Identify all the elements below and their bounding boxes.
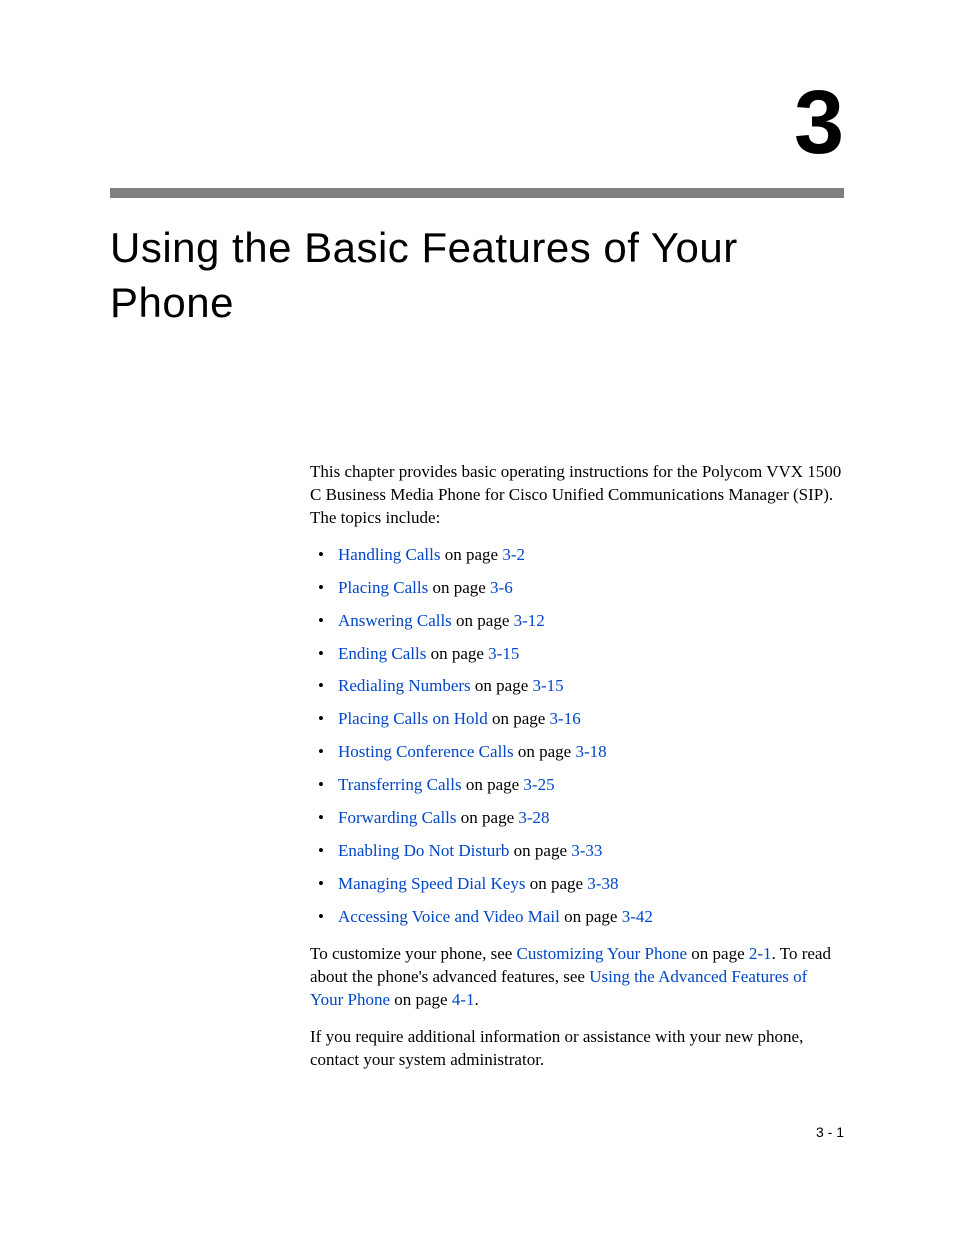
- text: on page: [390, 990, 452, 1009]
- list-item: Placing Calls on page 3-6: [310, 577, 844, 600]
- closing-paragraph-2: If you require additional information or…: [310, 1026, 844, 1072]
- topic-link[interactable]: Redialing Numbers: [338, 676, 471, 695]
- topic-mid: on page: [462, 775, 524, 794]
- topic-link[interactable]: Managing Speed Dial Keys: [338, 874, 525, 893]
- horizontal-rule: [110, 188, 844, 198]
- topic-link[interactable]: Forwarding Calls: [338, 808, 457, 827]
- list-item: Forwarding Calls on page 3-28: [310, 807, 844, 830]
- intro-paragraph: This chapter provides basic operating in…: [310, 461, 844, 530]
- topic-link[interactable]: Answering Calls: [338, 611, 452, 630]
- topic-mid: on page: [488, 709, 550, 728]
- page-ref-link[interactable]: 3-28: [518, 808, 549, 827]
- page-ref-link[interactable]: 4-1: [452, 990, 475, 1009]
- text: on page: [687, 944, 749, 963]
- topic-link[interactable]: Ending Calls: [338, 644, 426, 663]
- topic-mid: on page: [471, 676, 533, 695]
- page-ref-link[interactable]: 3-18: [575, 742, 606, 761]
- list-item: Transferring Calls on page 3-25: [310, 774, 844, 797]
- list-item: Ending Calls on page 3-15: [310, 643, 844, 666]
- page-ref-link[interactable]: 3-2: [502, 545, 525, 564]
- page-ref-link[interactable]: 3-25: [523, 775, 554, 794]
- list-item: Handling Calls on page 3-2: [310, 544, 844, 567]
- topic-mid: on page: [525, 874, 587, 893]
- list-item: Answering Calls on page 3-12: [310, 610, 844, 633]
- list-item: Managing Speed Dial Keys on page 3-38: [310, 873, 844, 896]
- page-ref-link[interactable]: 3-33: [571, 841, 602, 860]
- text: .: [475, 990, 479, 1009]
- page-ref-link[interactable]: 3-6: [490, 578, 513, 597]
- chapter-title: Using the Basic Features of Your Phone: [110, 220, 844, 331]
- topic-mid: on page: [509, 841, 571, 860]
- topic-link[interactable]: Enabling Do Not Disturb: [338, 841, 509, 860]
- list-item: Enabling Do Not Disturb on page 3-33: [310, 840, 844, 863]
- topic-mid: on page: [440, 545, 502, 564]
- closing-paragraph-1: To customize your phone, see Customizing…: [310, 943, 844, 1012]
- list-item: Redialing Numbers on page 3-15: [310, 675, 844, 698]
- page-ref-link[interactable]: 3-38: [587, 874, 618, 893]
- page-ref-link[interactable]: 2-1: [749, 944, 772, 963]
- page-ref-link[interactable]: 3-12: [514, 611, 545, 630]
- topic-mid: on page: [452, 611, 514, 630]
- page: 3 Using the Basic Features of Your Phone…: [0, 0, 954, 1235]
- topic-mid: on page: [560, 907, 622, 926]
- customize-link[interactable]: Customizing Your Phone: [517, 944, 688, 963]
- topic-link[interactable]: Accessing Voice and Video Mail: [338, 907, 560, 926]
- page-ref-link[interactable]: 3-42: [622, 907, 653, 926]
- list-item: Placing Calls on Hold on page 3-16: [310, 708, 844, 731]
- body-column: This chapter provides basic operating in…: [310, 461, 844, 1072]
- topic-mid: on page: [426, 644, 488, 663]
- chapter-number: 3: [794, 78, 844, 168]
- text: To customize your phone, see: [310, 944, 517, 963]
- topic-mid: on page: [457, 808, 519, 827]
- topic-mid: on page: [428, 578, 490, 597]
- topic-link[interactable]: Handling Calls: [338, 545, 440, 564]
- topic-link[interactable]: Placing Calls on Hold: [338, 709, 488, 728]
- topic-link[interactable]: Placing Calls: [338, 578, 428, 597]
- page-number: 3 - 1: [816, 1124, 844, 1140]
- list-item: Accessing Voice and Video Mail on page 3…: [310, 906, 844, 929]
- page-ref-link[interactable]: 3-15: [533, 676, 564, 695]
- topic-link[interactable]: Hosting Conference Calls: [338, 742, 514, 761]
- topic-mid: on page: [514, 742, 576, 761]
- page-ref-link[interactable]: 3-16: [550, 709, 581, 728]
- topic-list: Handling Calls on page 3-2 Placing Calls…: [310, 544, 844, 929]
- list-item: Hosting Conference Calls on page 3-18: [310, 741, 844, 764]
- topic-link[interactable]: Transferring Calls: [338, 775, 462, 794]
- page-ref-link[interactable]: 3-15: [488, 644, 519, 663]
